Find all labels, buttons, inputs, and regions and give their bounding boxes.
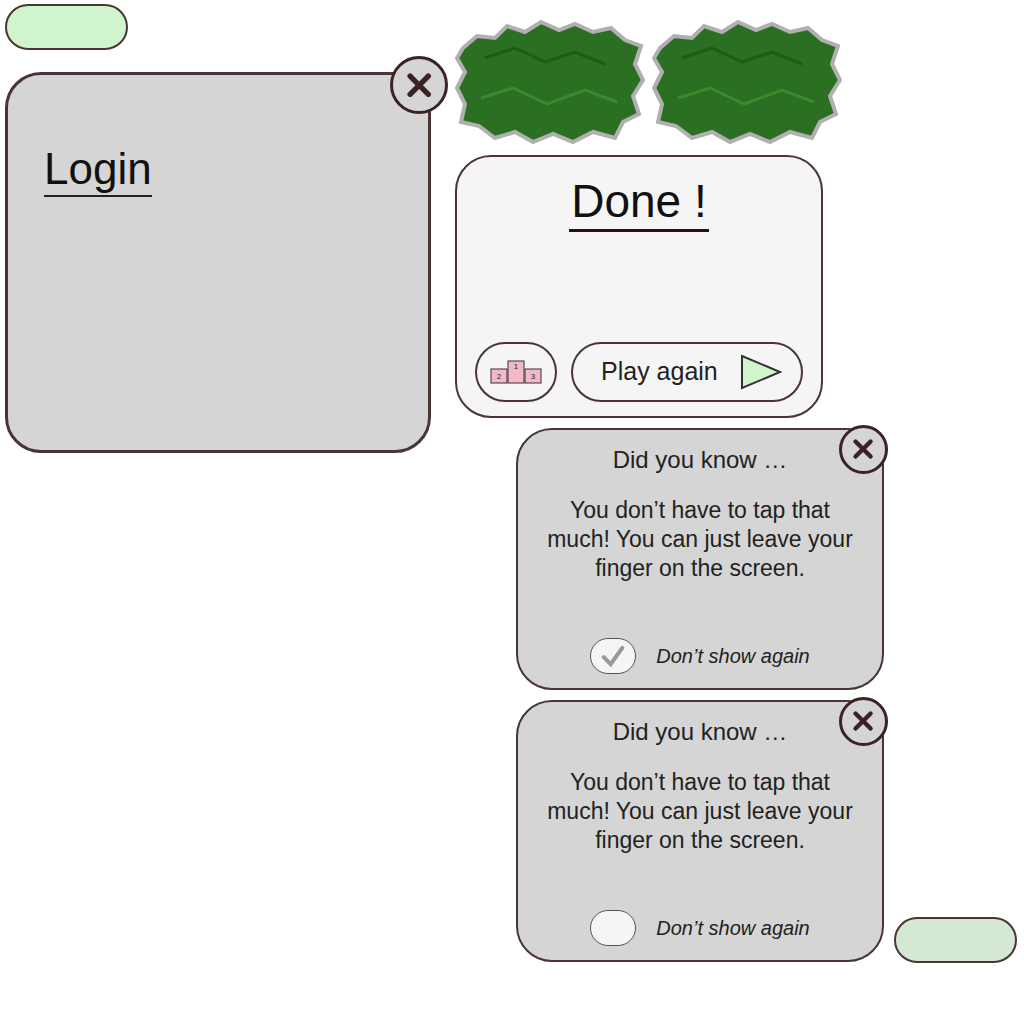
- dont-show-row[interactable]: Don’t show again: [590, 628, 809, 674]
- dont-show-label: Don’t show again: [656, 641, 809, 671]
- done-actions: 2 1 3 Play again: [475, 342, 803, 402]
- play-again-label: Play again: [601, 353, 718, 391]
- done-panel: Done ! 2 1 3 Play again: [455, 155, 823, 418]
- tip-body: You don’t have to tap that much! You can…: [540, 496, 860, 583]
- close-icon: [848, 434, 878, 464]
- play-icon: [739, 353, 783, 391]
- close-button[interactable]: [839, 425, 888, 474]
- check-icon: [599, 642, 627, 670]
- svg-text:1: 1: [514, 362, 519, 371]
- podium-icon: 2 1 3: [490, 359, 542, 385]
- close-icon: [848, 706, 878, 736]
- dont-show-checkbox[interactable]: [590, 638, 636, 674]
- pill-button[interactable]: [894, 917, 1017, 963]
- leaderboard-button[interactable]: 2 1 3: [475, 342, 557, 402]
- tip-heading: Did you know …: [613, 716, 788, 748]
- dont-show-row[interactable]: Don’t show again: [590, 900, 809, 946]
- play-again-button[interactable]: Play again: [571, 342, 803, 402]
- tip-body: You don’t have to tap that much! You can…: [540, 768, 860, 855]
- svg-text:3: 3: [531, 372, 536, 381]
- close-icon: [401, 67, 437, 103]
- tip-card: Did you know … You don’t have to tap that…: [516, 700, 884, 962]
- login-panel: Login: [5, 72, 431, 453]
- ui-sheet: Login Done ! 2 1 3 Play again Did you know … Yo…: [0, 0, 1024, 1024]
- dont-show-checkbox[interactable]: [590, 910, 636, 946]
- close-button[interactable]: [839, 697, 888, 746]
- pill-button[interactable]: [5, 4, 128, 50]
- tip-heading: Did you know …: [613, 444, 788, 476]
- login-title: Login: [44, 145, 152, 197]
- bush-icon: [652, 18, 842, 146]
- bush-icon: [455, 18, 645, 146]
- done-title: Done !: [569, 173, 709, 232]
- svg-text:2: 2: [497, 372, 502, 381]
- dont-show-label: Don’t show again: [656, 913, 809, 943]
- tip-card: Did you know … You don’t have to tap that…: [516, 428, 884, 690]
- close-button[interactable]: [390, 56, 448, 114]
